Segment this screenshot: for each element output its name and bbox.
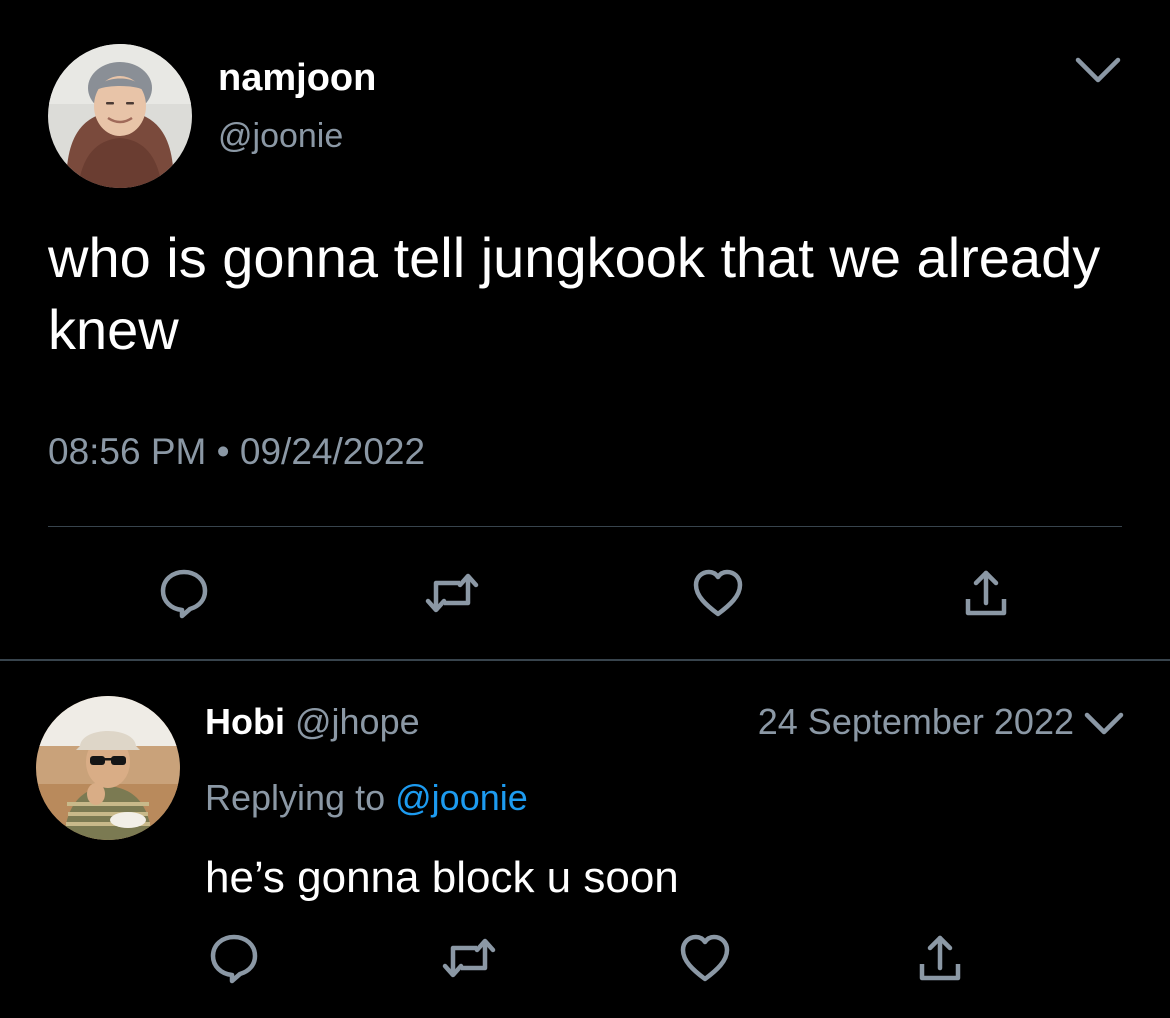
divider xyxy=(48,526,1122,527)
reply-reply-button[interactable] xyxy=(206,930,262,986)
tweet-menu-chevron-icon[interactable] xyxy=(1072,52,1124,88)
replying-to-label: Replying to xyxy=(205,777,386,818)
reply-retweet-button[interactable] xyxy=(441,930,497,986)
reply-header: Hobi @jhope xyxy=(205,698,420,746)
replying-to-mention-link[interactable]: @joonie xyxy=(395,777,528,818)
timestamp-separator: • xyxy=(216,431,230,472)
tweet-timestamp: 08:56 PM • 09/24/2022 xyxy=(48,428,425,476)
author-handle[interactable]: @joonie xyxy=(218,114,343,158)
author-avatar[interactable] xyxy=(48,44,192,188)
share-icon xyxy=(965,570,1007,616)
reply-button[interactable] xyxy=(156,565,212,621)
profile-photo-icon xyxy=(48,44,192,188)
retweet-icon xyxy=(425,573,479,613)
reply-like-button[interactable] xyxy=(677,930,733,986)
replying-to: Replying to @joonie xyxy=(205,774,528,822)
reply-icon xyxy=(210,934,258,984)
share-icon xyxy=(919,935,961,981)
reply-icon xyxy=(160,569,208,619)
section-divider xyxy=(0,659,1170,661)
tweet-date: 09/24/2022 xyxy=(239,431,426,472)
retweet-button[interactable] xyxy=(424,565,480,621)
tweet-text: who is gonna tell jungkook that we alrea… xyxy=(48,226,1101,361)
share-button[interactable] xyxy=(958,567,1014,623)
reply-author-avatar[interactable] xyxy=(36,696,180,840)
profile-photo-icon xyxy=(36,696,180,840)
reply-date: 24 September 2022 xyxy=(757,701,1074,742)
tweet-time: 08:56 PM xyxy=(48,431,207,472)
reply-menu-chevron-icon[interactable] xyxy=(1082,708,1126,738)
author-display-name[interactable]: namjoon xyxy=(218,54,376,102)
reply-author-handle[interactable]: @jhope xyxy=(295,701,420,742)
reply-text: he’s gonna block u soon xyxy=(205,853,679,902)
reply-share-button[interactable] xyxy=(912,932,968,988)
retweet-icon xyxy=(442,938,496,978)
like-button[interactable] xyxy=(690,565,746,621)
reply-author-display-name[interactable]: Hobi xyxy=(205,701,285,742)
like-icon xyxy=(680,934,730,982)
main-tweet: namjoon @joonie who is gonna tell jungko… xyxy=(0,0,1170,660)
like-icon xyxy=(693,569,743,617)
